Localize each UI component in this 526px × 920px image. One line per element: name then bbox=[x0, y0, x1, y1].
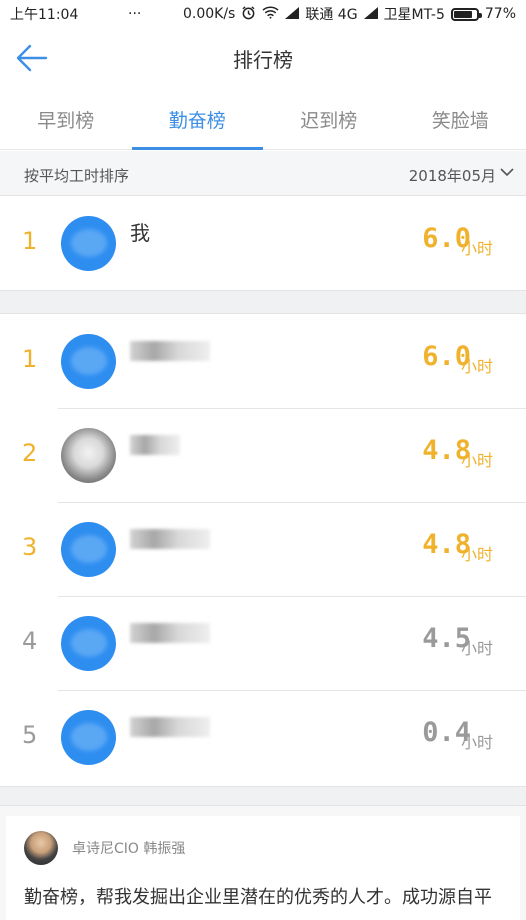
hours-unit: 小时 bbox=[460, 451, 493, 470]
avatar bbox=[61, 216, 116, 271]
avatar bbox=[61, 616, 116, 671]
section-gap bbox=[0, 290, 526, 314]
hours-unit: 小时 bbox=[460, 733, 493, 752]
rank-number: 2 bbox=[22, 439, 38, 467]
hours-unit: 小时 bbox=[460, 545, 493, 564]
wifi-icon bbox=[262, 5, 279, 23]
author-name: 卓诗尼CIO 韩振强 bbox=[72, 841, 186, 857]
rank-number: 1 bbox=[22, 345, 38, 373]
list-item[interactable]: 1 6.0 小时 bbox=[0, 315, 526, 409]
list-item[interactable]: 2 4.8 小时 bbox=[0, 409, 526, 503]
page-title: 排行榜 bbox=[233, 48, 293, 72]
blurred-name bbox=[130, 529, 210, 549]
tab-late[interactable]: 迟到榜 bbox=[263, 88, 395, 149]
testimonial-text: 勤奋榜，帮我发掘出企业里潜在的优秀的人才。成功源自平 bbox=[24, 887, 492, 908]
month-selector[interactable]: 2018年05月 bbox=[409, 165, 496, 186]
avatar bbox=[61, 334, 116, 389]
list-item[interactable]: 4 4.5 小时 bbox=[0, 597, 526, 691]
list-item[interactable]: 5 0.4 小时 bbox=[0, 691, 526, 785]
tab-bar: 早到榜 勤奋榜 迟到榜 笑脸墙 bbox=[0, 88, 526, 150]
carrier-1: 联通 4G bbox=[305, 7, 358, 23]
testimonial-card: 卓诗尼CIO 韩振强 勤奋榜，帮我发掘出企业里潜在的优秀的人才。成功源自平 bbox=[0, 805, 526, 920]
hours-unit: 小时 bbox=[460, 639, 493, 658]
avatar bbox=[61, 428, 116, 483]
alarm-icon bbox=[241, 5, 256, 24]
blurred-name bbox=[130, 341, 210, 361]
tab-early[interactable]: 早到榜 bbox=[0, 88, 132, 149]
avatar bbox=[61, 710, 116, 765]
tab-diligent[interactable]: 勤奋榜 bbox=[131, 88, 264, 150]
my-rank-row[interactable]: 1 我 6.0 小时 bbox=[0, 197, 526, 291]
testimonial-body: 卓诗尼CIO 韩振强 勤奋榜，帮我发掘出企业里潜在的优秀的人才。成功源自平 bbox=[6, 816, 520, 920]
blurred-name bbox=[130, 435, 180, 455]
network-speed: 0.00K/s bbox=[182, 6, 236, 22]
rank-number: 3 bbox=[22, 533, 38, 561]
blurred-name bbox=[130, 717, 210, 737]
carrier-2: 卫星MT-5 bbox=[383, 7, 445, 23]
rank-number: 1 bbox=[22, 227, 38, 255]
status-time: 上午11:04 bbox=[10, 7, 79, 23]
tab-smile-wall[interactable]: 笑脸墙 bbox=[395, 88, 526, 149]
status-bar: 上午11:04 ··· 0.00K/s 联通 4G 卫星MT-5 77% bbox=[0, 0, 526, 28]
status-right: 0.00K/s 联通 4G 卫星MT-5 77% bbox=[183, 4, 516, 24]
blurred-name bbox=[130, 623, 210, 643]
sort-bar: 按平均工时排序 2018年05月 bbox=[0, 151, 526, 196]
hours-unit: 小时 bbox=[460, 239, 493, 258]
section-gap bbox=[0, 786, 526, 805]
avatar bbox=[61, 522, 116, 577]
list-item[interactable]: 3 4.8 小时 bbox=[0, 503, 526, 597]
rank-number: 4 bbox=[22, 627, 38, 655]
status-dots: ··· bbox=[128, 6, 142, 22]
rank-number: 5 bbox=[22, 721, 38, 749]
chevron-down-icon[interactable] bbox=[500, 165, 514, 179]
nav-bar: 排行榜 bbox=[0, 28, 526, 88]
battery-icon bbox=[450, 7, 482, 21]
signal-icon bbox=[285, 6, 300, 22]
user-name: 我 bbox=[130, 221, 150, 245]
signal-icon-2 bbox=[363, 6, 378, 22]
battery-level: 77% bbox=[484, 6, 516, 22]
sort-label: 按平均工时排序 bbox=[24, 167, 130, 185]
hours-unit: 小时 bbox=[460, 357, 493, 376]
author-avatar bbox=[24, 831, 58, 865]
